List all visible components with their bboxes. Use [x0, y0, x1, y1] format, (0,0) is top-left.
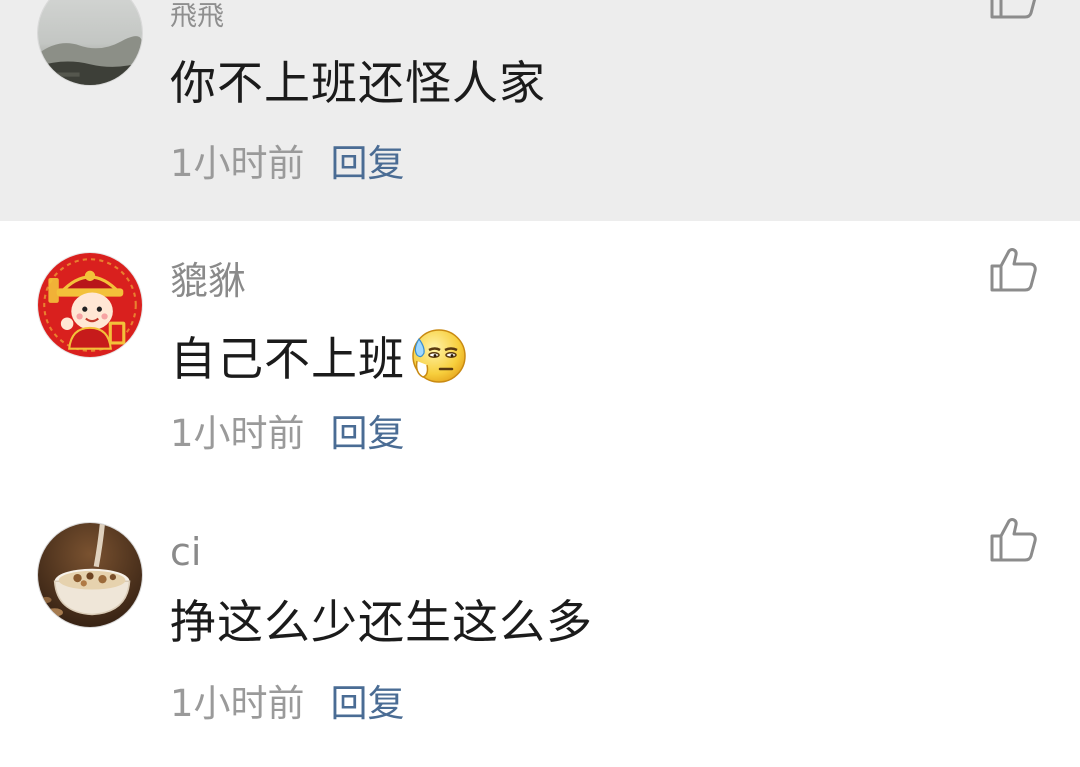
- comment-item: 飛飛 你不上班还怪人家 1小时前 回复: [0, 0, 1080, 221]
- reply-button[interactable]: 回复: [331, 412, 405, 455]
- avatar[interactable]: [37, 522, 143, 628]
- comment-meta: 1小时前 回复: [170, 412, 405, 456]
- thumbs-up-icon[interactable]: [988, 515, 1038, 565]
- thumbs-up-icon[interactable]: [988, 0, 1038, 22]
- god-of-wealth-cartoon-avatar-icon: [38, 253, 142, 357]
- username[interactable]: ci: [170, 530, 201, 574]
- cereal-bowl-avatar-icon: [38, 523, 142, 627]
- comment-time: 1小时前: [170, 682, 305, 725]
- comment-meta: 1小时前 回复: [170, 682, 405, 726]
- avatar[interactable]: [37, 252, 143, 358]
- comment-text-body: 自己不上班: [170, 332, 405, 386]
- comment-text: 你不上班还怪人家: [170, 56, 546, 110]
- misty-landscape-avatar-icon: [38, 0, 142, 85]
- comment-item: 貔貅 自己不上班 1小时前 回复: [0, 221, 1080, 491]
- reply-button[interactable]: 回复: [331, 682, 405, 725]
- comment-time: 1小时前: [170, 142, 305, 185]
- username[interactable]: 貔貅: [170, 259, 246, 303]
- comment-text: 挣这么少还生这么多: [170, 595, 593, 649]
- thumbs-up-icon[interactable]: [988, 245, 1038, 295]
- comment-meta: 1小时前 回复: [170, 142, 405, 186]
- username[interactable]: 飛飛: [170, 2, 224, 32]
- comment-text: 自己不上班: [170, 325, 467, 388]
- avatar[interactable]: [37, 0, 143, 86]
- reply-button[interactable]: 回复: [331, 142, 405, 185]
- comment-item: ci 挣这么少还生这么多 1小时前 回复: [0, 491, 1080, 767]
- comment-time: 1小时前: [170, 412, 305, 455]
- sweating-face-emoji-icon: [407, 325, 467, 385]
